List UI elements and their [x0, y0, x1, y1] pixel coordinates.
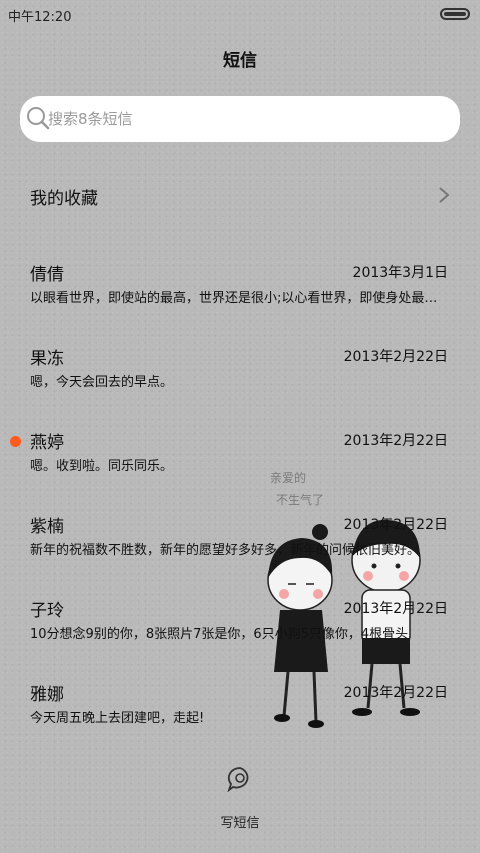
- compose-label: 写短信: [220, 816, 260, 831]
- chevron-right-icon: [439, 187, 450, 203]
- contact-name: 子玲: [30, 601, 64, 621]
- message-date: 2013年2月22日: [343, 349, 448, 365]
- contact-name: 紫楠: [30, 517, 64, 537]
- contact-name: 燕婷: [30, 433, 64, 453]
- search-icon: [27, 107, 50, 130]
- message-date: 2013年2月22日: [343, 517, 448, 533]
- search-input[interactable]: [48, 96, 448, 142]
- favorites-row[interactable]: 我的收藏: [0, 170, 480, 220]
- message-date: 2013年2月22日: [343, 685, 448, 701]
- status-bar: 中午12:20: [0, 0, 480, 28]
- unread-indicator: [10, 436, 21, 447]
- conversation-item[interactable]: 子玲 2013年2月22日 10分想念9别的你，8张照片7张是你，6只小狗5只像…: [0, 590, 480, 660]
- conversation-item[interactable]: 紫楠 2013年2月22日 新年的祝福数不胜数，新年的愿望好多好多，新年的问候依…: [0, 506, 480, 576]
- conversation-item[interactable]: 雅娜 2013年2月22日 今天周五晚上去团建吧，走起!: [0, 674, 480, 744]
- compose-message-icon: [227, 767, 249, 792]
- conversation-item[interactable]: 倩倩 2013年3月1日 以眼看世界，即使站的最高，世界还是很小;以心看世界，即…: [0, 254, 480, 324]
- conversation-item[interactable]: 果冻 2013年2月22日 嗯，今天会回去的早点。: [0, 338, 480, 408]
- wallpaper-caption-1: 亲爱的: [270, 470, 306, 485]
- message-preview: 以眼看世界，即使站的最高，世界还是很小;以心看世界，即使身处最低，世界也是很大。: [30, 291, 450, 306]
- wallpaper-caption-2: 不生气了: [276, 492, 324, 507]
- message-preview: 新年的祝福数不胜数，新年的愿望好多好多，新年的问候依旧美好。: [30, 543, 421, 558]
- page-title: 短信: [223, 51, 257, 71]
- contact-name: 倩倩: [30, 265, 64, 285]
- contact-name: 果冻: [30, 349, 64, 369]
- status-time: 中午12:20: [8, 10, 72, 25]
- contact-name: 雅娜: [30, 685, 64, 705]
- message-preview: 嗯，今天会回去的早点。: [30, 375, 174, 390]
- message-preview: 10分想念9别的你，8张照片7张是你，6只小狗5只像你，4根骨头: [30, 627, 409, 642]
- message-date: 2013年2月22日: [343, 601, 448, 617]
- message-date: 2013年3月1日: [352, 265, 448, 281]
- message-date: 2013年2月22日: [343, 433, 448, 449]
- message-preview: 今天周五晚上去团建吧，走起!: [30, 711, 205, 726]
- battery-icon: [440, 8, 470, 20]
- favorites-label: 我的收藏: [30, 189, 98, 209]
- compose-button[interactable]: 写短信: [200, 760, 280, 840]
- search-bar[interactable]: [20, 96, 460, 142]
